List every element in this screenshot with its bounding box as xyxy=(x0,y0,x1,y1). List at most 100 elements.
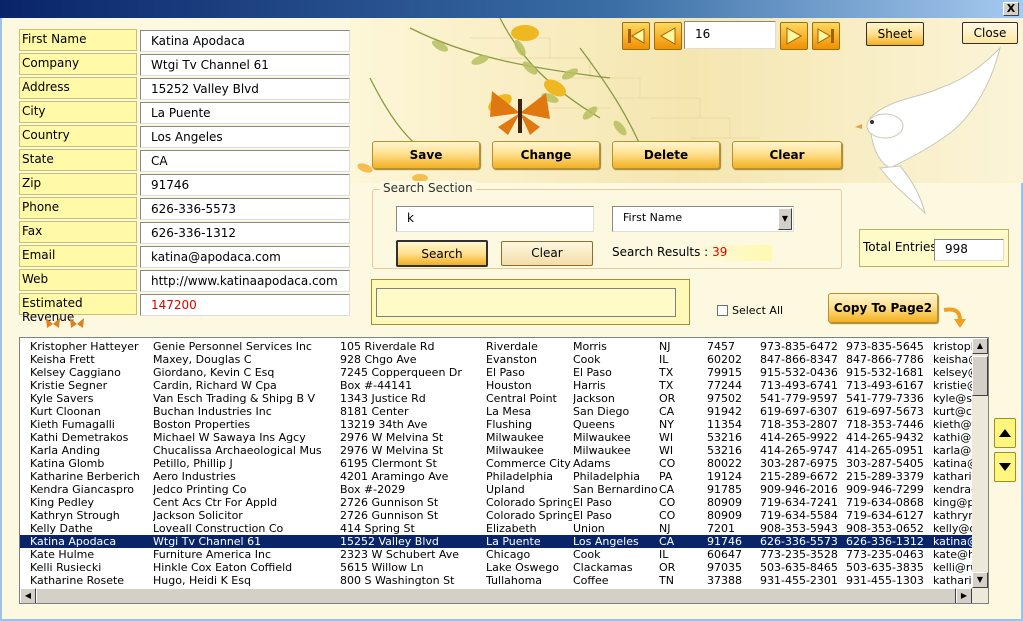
field-input[interactable]: 15252 Valley Blvd xyxy=(140,78,350,100)
search-button[interactable]: Search xyxy=(396,240,488,267)
delete-button[interactable]: Delete xyxy=(612,141,720,169)
move-down-button[interactable] xyxy=(994,452,1016,482)
field-label: State xyxy=(19,149,137,171)
select-all-checkbox[interactable]: Select All xyxy=(717,304,783,317)
select-all-label: Select All xyxy=(732,304,784,317)
table-row[interactable]: Katina Apodaca Wtgi Tv Channel 61 15252 Va… xyxy=(20,535,973,548)
table-row[interactable]: Katharine Berberich Aero Industries 4201 A… xyxy=(20,470,973,483)
arrow-up-icon xyxy=(999,429,1011,437)
table-row[interactable]: Kelly Dathe Loveall Construction Co 414 Sp… xyxy=(20,522,973,535)
search-clear-button[interactable]: Clear xyxy=(501,241,593,266)
contacts-table[interactable]: Kristopher Hatteyer Genie Personnel Servi… xyxy=(19,337,989,604)
field-input[interactable]: CA xyxy=(140,150,350,172)
table-row[interactable]: Kendra Giancaspro Jedco Printing Co Box #-… xyxy=(20,483,973,496)
table-row[interactable]: Kyle Savers Van Esch Trading & Shipg B V 1… xyxy=(20,392,973,405)
record-number-input[interactable]: 16 xyxy=(684,21,776,49)
scroll-thumb[interactable] xyxy=(972,356,988,396)
window-close-button[interactable]: X xyxy=(1003,2,1019,16)
table-cell: Lake Oswego xyxy=(486,561,559,574)
curved-arrow-icon xyxy=(943,307,966,328)
table-cell: Clackamas xyxy=(573,561,633,574)
previous-record-button[interactable] xyxy=(654,22,682,50)
sheet-button[interactable]: Sheet xyxy=(866,22,924,46)
change-button[interactable]: Change xyxy=(492,141,600,169)
chevron-down-icon[interactable]: ▼ xyxy=(778,208,792,230)
table-cell: CA xyxy=(659,535,675,548)
table-cell: Buchan Industries Inc xyxy=(153,405,272,418)
clear-button[interactable]: Clear xyxy=(732,141,842,169)
table-row[interactable]: Kristie Segner Cardin, Richard W Cpa Box #… xyxy=(20,379,973,392)
table-cell: 503-635-8465 xyxy=(760,561,838,574)
horizontal-scrollbar[interactable]: ◀ ▶ xyxy=(20,588,988,603)
table-cell: 105 Riverdale Rd xyxy=(340,340,435,353)
table-row[interactable]: Kieth Fumagalli Boston Properties 13219 34… xyxy=(20,418,973,431)
table-row[interactable]: Kelli Rusiecki Hinkle Cox Eaton Coffield 5… xyxy=(20,561,973,574)
table-row[interactable]: King Pedley Cent Acs Ctr For Appld 2726 Gu… xyxy=(20,496,973,509)
table-cell: Kieth Fumagalli xyxy=(30,418,115,431)
table-cell: 2726 Gunnison St xyxy=(340,496,439,509)
scroll-up-icon[interactable]: ▲ xyxy=(972,338,988,354)
first-record-button[interactable] xyxy=(622,22,650,50)
field-input[interactable]: 91746 xyxy=(140,174,350,196)
field-input[interactable]: katina@apodaca.com xyxy=(140,246,350,268)
table-row[interactable]: Keisha Frett Maxey, Douglas C 928 Chgo Ave… xyxy=(20,353,973,366)
table-cell: 414 Spring St xyxy=(340,522,415,535)
table-cell: 7201 xyxy=(707,522,735,535)
table-cell: 215-289-6672 xyxy=(760,470,838,483)
table-cell: Philadelphia xyxy=(573,470,641,483)
table-cell: katina@ xyxy=(933,457,973,470)
table-cell: Cook xyxy=(573,353,601,366)
table-cell: Genie Personnel Services Inc xyxy=(153,340,312,353)
table-cell: 931-455-2301 xyxy=(760,574,838,587)
table-row[interactable]: Kurt Cloonan Buchan Industries Inc 8181 Ce… xyxy=(20,405,973,418)
notes-input[interactable] xyxy=(376,288,676,317)
last-record-button[interactable] xyxy=(812,22,840,50)
checkbox-box[interactable] xyxy=(717,305,728,316)
vertical-scrollbar[interactable]: ▲ ▼ xyxy=(972,338,988,588)
table-cell: Elizabeth xyxy=(486,522,537,535)
search-section-legend: Search Section xyxy=(380,181,476,195)
field-input[interactable]: 147200 xyxy=(140,294,350,316)
table-cell: Colorado Springs xyxy=(486,509,572,522)
table-cell: Giordano, Kevin C Esq xyxy=(153,366,275,379)
table-cell: 619-697-5673 xyxy=(846,405,924,418)
move-up-button[interactable] xyxy=(994,418,1016,448)
hscroll-thumb[interactable] xyxy=(36,588,956,603)
scroll-down-icon[interactable]: ▼ xyxy=(972,572,988,588)
field-label: Email xyxy=(19,245,137,267)
field-input[interactable]: La Puente xyxy=(140,102,350,124)
table-row[interactable]: Kate Hulme Furniture America Inc 2323 W Sc… xyxy=(20,548,973,561)
field-input[interactable]: 626-336-5573 xyxy=(140,198,350,220)
table-cell: 915-532-1681 xyxy=(846,366,924,379)
table-row[interactable]: Karla Anding Chucalissa Archaeological Mu… xyxy=(20,444,973,457)
close-button[interactable]: Close xyxy=(962,22,1018,44)
table-cell: 773-235-0463 xyxy=(846,548,924,561)
table-row[interactable]: Katina Glomb Petillo, Phillip J 6195 Clerm… xyxy=(20,457,973,470)
table-row[interactable]: Kristopher Hatteyer Genie Personnel Servi… xyxy=(20,340,973,353)
table-row[interactable]: Kathi Demetrakos Michael W Sawaya Ins Agc… xyxy=(20,431,973,444)
field-input[interactable]: Los Angeles xyxy=(140,126,350,148)
search-input[interactable]: k xyxy=(396,206,594,232)
field-input[interactable]: Wtgi Tv Channel 61 xyxy=(140,54,350,76)
table-cell: El Paso xyxy=(486,366,525,379)
field-input[interactable]: 626-336-1312 xyxy=(140,222,350,244)
table-cell: 909-946-2016 xyxy=(760,483,838,496)
table-cell: kieth@f xyxy=(933,418,973,431)
table-row[interactable]: Katharine Rosete Hugo, Heidi K Esq 800 S W… xyxy=(20,574,973,587)
table-cell: Van Esch Trading & Shipg B V xyxy=(153,392,316,405)
field-label: Company xyxy=(19,53,137,75)
table-row[interactable]: Kathryn Strough Jackson Solicitor 2726 Gun… xyxy=(20,509,973,522)
field-input[interactable]: Katina Apodaca xyxy=(140,30,350,52)
save-button[interactable]: Save xyxy=(372,141,480,169)
scroll-left-icon[interactable]: ◀ xyxy=(20,588,36,603)
table-cell: OR xyxy=(659,392,676,405)
table-cell: WI xyxy=(659,431,674,444)
next-record-button[interactable] xyxy=(780,22,808,50)
copy-to-page2-button[interactable]: Copy To Page2 xyxy=(828,293,938,323)
table-cell: 619-697-6307 xyxy=(760,405,838,418)
table-cell: Kyle Savers xyxy=(30,392,94,405)
scroll-right-icon[interactable]: ▶ xyxy=(956,588,972,603)
table-row[interactable]: Kelsey Caggiano Giordano, Kevin C Esq 7245… xyxy=(20,366,973,379)
search-field-select[interactable]: First Name ▼ xyxy=(612,206,794,232)
field-input[interactable]: http://www.katinaapodaca.com xyxy=(140,270,350,292)
